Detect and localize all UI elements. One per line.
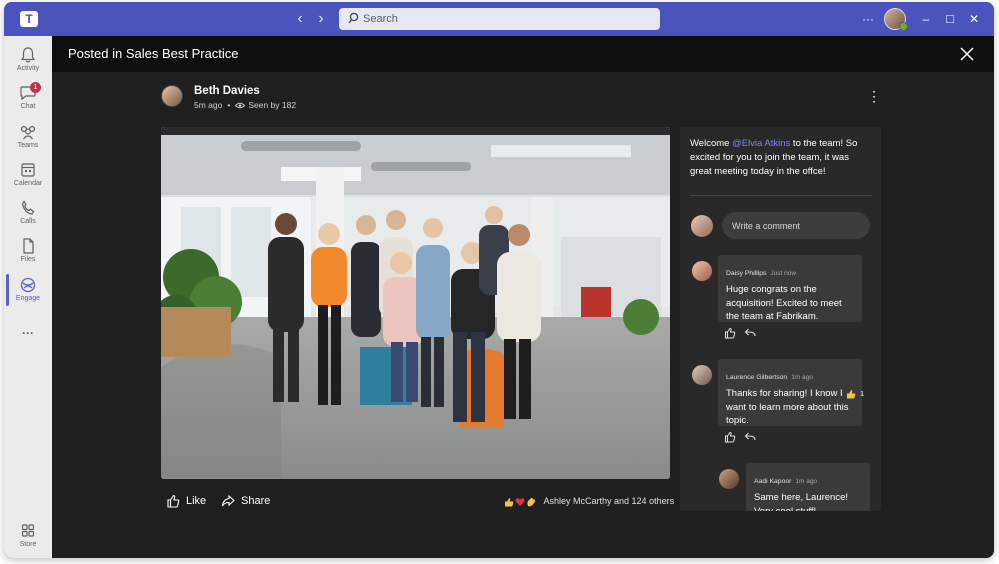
rail-label: Teams — [17, 142, 39, 149]
office-team-photo — [161, 127, 670, 479]
like-comment-icon[interactable] — [724, 327, 736, 339]
separator-dot: • — [227, 100, 231, 110]
more-apps-button[interactable]: ··· — [4, 324, 52, 344]
rail-item-files[interactable]: Files — [4, 233, 52, 271]
post-header: Posted in Sales Best Practice — [52, 36, 994, 72]
share-button[interactable]: Share — [221, 492, 270, 510]
post-image[interactable] — [161, 127, 670, 479]
comment-text: Thanks for sharing! I know I want to lea… — [726, 388, 849, 426]
post-meta: 5m ago • Seen by 182 — [194, 100, 296, 110]
mention-link[interactable]: @Elvia Atkins — [732, 138, 790, 149]
search-box[interactable] — [339, 8, 660, 30]
presence-available-icon — [899, 22, 908, 31]
commenter-avatar[interactable] — [719, 469, 739, 489]
rail-label: Files — [20, 256, 36, 263]
seen-count: Seen by 182 — [248, 100, 297, 110]
post-text-start: Welcome — [690, 138, 733, 149]
phone-icon — [21, 200, 35, 215]
rail-item-engage[interactable]: Engage — [4, 272, 52, 310]
rail-label: Activity — [16, 65, 40, 72]
author-name[interactable]: Beth Davies — [194, 85, 260, 97]
teams-icon — [20, 125, 36, 140]
comment-time: Just now — [770, 270, 797, 277]
teams-window: T ‹ › ··· – □ ✕ Activity — [4, 2, 994, 558]
file-icon — [23, 238, 34, 254]
reaction-count: 1 — [860, 389, 865, 398]
rail-item-chat[interactable]: 1 Chat — [4, 80, 52, 118]
rail-item-activity[interactable]: Activity — [4, 42, 52, 80]
title-bar: T ‹ › ··· – □ ✕ — [4, 2, 994, 36]
rail-item-calls[interactable]: Calls — [4, 195, 52, 233]
thumbs-up-reaction-icon — [847, 390, 856, 399]
post-time: 5m ago — [194, 100, 223, 110]
app-rail: Activity 1 Chat Teams Calendar Calls Fil… — [4, 36, 52, 558]
comments-panel: Welcome @Elvia Atkins to the team! So ex… — [680, 127, 881, 511]
forward-arrow-icon[interactable]: › — [312, 9, 330, 29]
engage-icon — [20, 277, 36, 293]
share-icon — [221, 494, 235, 507]
write-comment-input[interactable] — [722, 212, 870, 239]
rail-label: Engage — [15, 295, 41, 302]
rail-label: Chat — [20, 103, 36, 110]
post-more-button[interactable]: ⋮ — [867, 88, 881, 104]
reaction-summary[interactable]: Ashley McCarthy and 124 others — [504, 493, 674, 509]
rail-item-store[interactable]: Store — [4, 518, 52, 556]
author-avatar[interactable] — [161, 85, 183, 107]
current-user-avatar — [691, 215, 713, 237]
comment-author[interactable]: Aadi Kapoor — [754, 478, 791, 485]
more-options-button[interactable]: ··· — [859, 9, 877, 29]
close-icon[interactable] — [958, 45, 976, 63]
comment-bubble: Daisy Phillips Just now Huge congrats on … — [718, 255, 862, 322]
share-label: Share — [241, 495, 271, 507]
reaction-people: Ashley McCarthy and 124 others — [543, 496, 675, 506]
like-comment-icon[interactable] — [724, 431, 736, 443]
store-icon — [21, 524, 35, 537]
like-button[interactable]: Like — [166, 492, 206, 510]
close-window-button[interactable]: ✕ — [966, 9, 982, 29]
teams-logo-icon: T — [20, 11, 38, 27]
heart-icon — [515, 497, 525, 506]
back-arrow-icon[interactable]: ‹ — [291, 9, 309, 29]
search-icon — [348, 12, 359, 24]
comment-time: 1m ago — [791, 374, 813, 381]
calendar-icon — [21, 163, 35, 177]
rail-label: Calls — [20, 218, 36, 225]
comment-author[interactable]: Laurence Gilbertson — [726, 374, 787, 381]
divider — [690, 195, 872, 196]
post-body: Welcome @Elvia Atkins to the team! So ex… — [690, 137, 872, 179]
comment-text: Same here, Laurence! Very cool stuff! — [754, 492, 849, 511]
clap-icon — [527, 497, 536, 507]
bell-icon — [20, 47, 36, 63]
minimize-button[interactable]: – — [918, 9, 934, 29]
rail-item-calendar[interactable]: Calendar — [4, 157, 52, 195]
chat-unread-badge: 1 — [30, 82, 41, 93]
commenter-avatar[interactable] — [692, 261, 712, 281]
like-label: Like — [186, 495, 207, 507]
commenter-avatar[interactable] — [692, 365, 712, 385]
comment-time: 1m ago — [795, 478, 818, 485]
page-title: Posted in Sales Best Practice — [68, 46, 239, 61]
comment-author[interactable]: Daisy Phillips — [726, 270, 766, 277]
comment-bubble: Laurence Gilbertson 1m ago Thanks for sha… — [718, 359, 862, 426]
rail-label: Store — [19, 541, 37, 548]
post-viewer: Posted in Sales Best Practice Beth Davie… — [52, 36, 994, 558]
search-input[interactable] — [363, 8, 653, 30]
reply-bubble: Aadi Kapoor 1m ago Same here, Laurence! V… — [746, 463, 870, 511]
comment-text: Huge congrats on the acquisition! Excite… — [726, 284, 842, 322]
reply-icon[interactable] — [744, 431, 756, 443]
rail-item-teams[interactable]: Teams — [4, 119, 52, 157]
thumbs-up-icon — [167, 495, 180, 508]
thumbs-up-icon — [505, 497, 514, 507]
maximize-button[interactable]: □ — [942, 9, 958, 29]
eye-icon — [235, 103, 246, 109]
reply-icon[interactable] — [744, 327, 756, 339]
rail-label: Calendar — [13, 180, 43, 187]
